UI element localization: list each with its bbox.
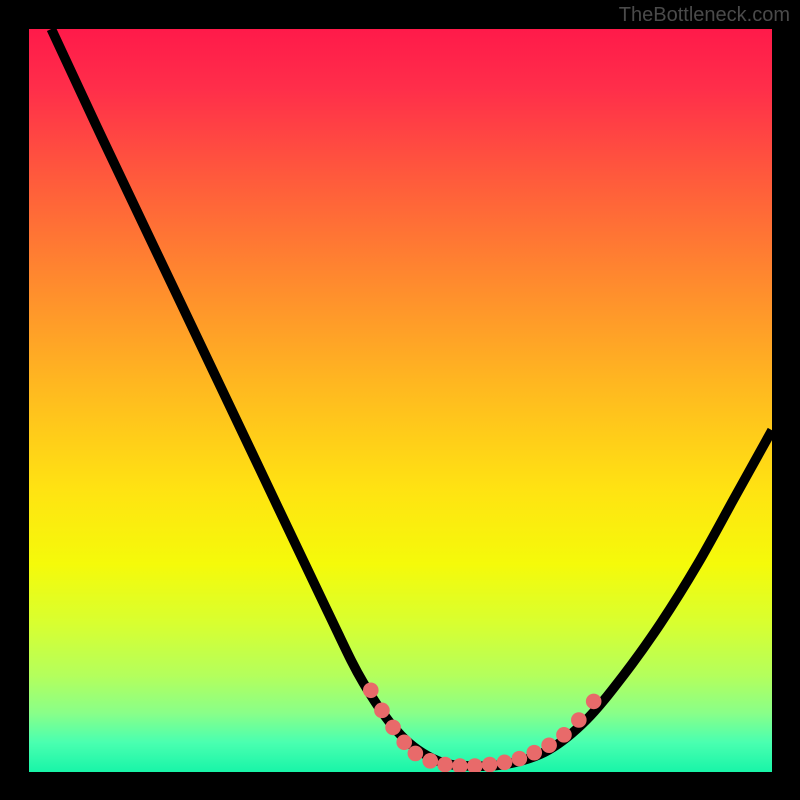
highlight-dot — [556, 727, 572, 743]
attribution-text: TheBottleneck.com — [619, 4, 790, 27]
highlight-dot — [437, 757, 453, 772]
highlight-dot — [482, 757, 498, 772]
highlight-dot — [526, 745, 542, 761]
highlight-dot — [541, 737, 557, 753]
highlight-dot — [467, 758, 483, 772]
highlight-dot — [363, 682, 379, 698]
highlight-dot — [586, 694, 602, 710]
highlight-dot — [385, 720, 401, 736]
chart-dots-svg — [29, 29, 772, 772]
highlight-dot — [571, 712, 587, 728]
highlight-dot — [512, 751, 528, 767]
highlight-dot — [452, 758, 468, 772]
highlight-dot — [408, 746, 424, 762]
highlight-dot — [396, 734, 412, 750]
highlight-dot — [422, 753, 438, 769]
chart-plot-area — [29, 29, 772, 772]
highlight-dot — [497, 755, 513, 771]
highlight-dots-group — [363, 682, 602, 772]
highlight-dot — [374, 703, 390, 719]
